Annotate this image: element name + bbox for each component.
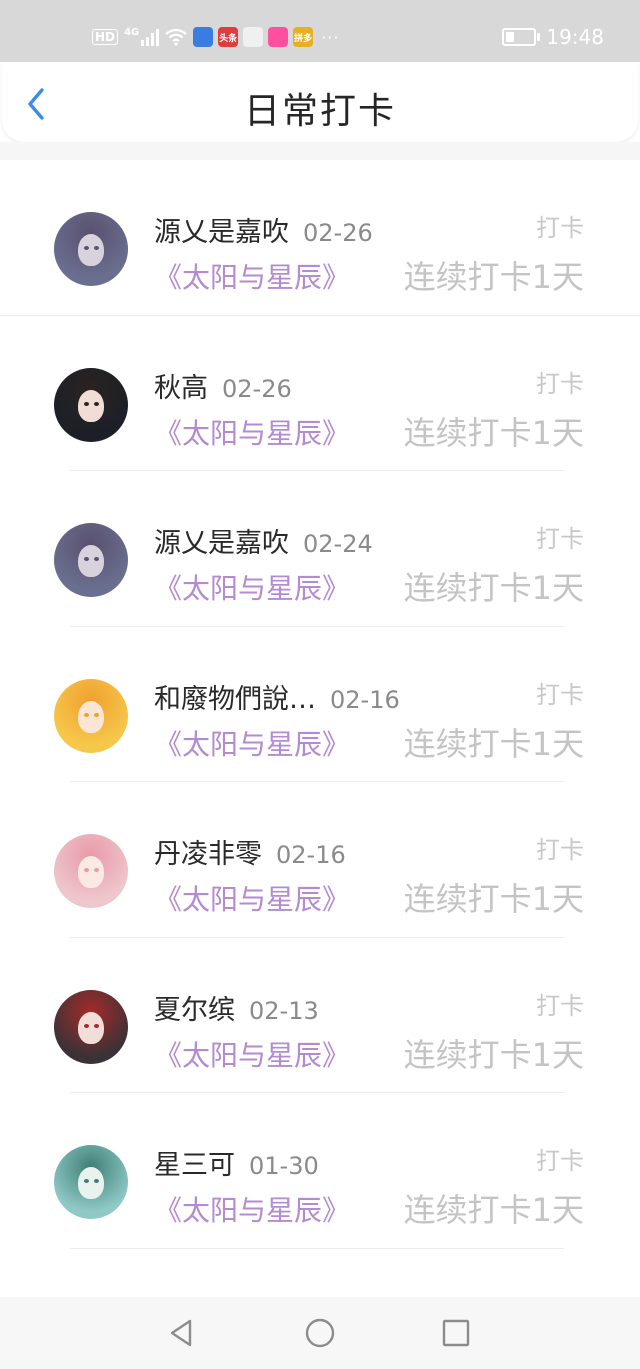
checkin-button[interactable]: 打卡 <box>536 675 584 710</box>
book-title[interactable]: 《太阳与星辰》 <box>154 1189 350 1229</box>
checkin-list-item[interactable]: 丹凌非零 02-16 打卡《太阳与星辰》 连续打卡1天 <box>0 782 640 938</box>
checkin-list-item[interactable]: 和廢物們說… 02-16 打卡《太阳与星辰》 连续打卡1天 <box>0 627 640 782</box>
book-title[interactable]: 《太阳与星辰》 <box>154 567 350 607</box>
user-name: 源乂是嘉吹 02-24 <box>154 521 373 560</box>
checkin-button[interactable]: 打卡 <box>536 986 584 1021</box>
user-name: 丹凌非零 02-16 <box>154 832 346 871</box>
streak-text: 连续打卡1天 <box>403 413 584 452</box>
more-notifications-icon: ··· <box>321 27 340 47</box>
checkin-date: 02-26 <box>303 219 373 247</box>
checkin-list: 源乂是嘉吹 02-26 打卡 《太阳与星辰》 连续打卡1天 秋高 02-26 打卡 《太阳与星辰… <box>0 160 640 1249</box>
user-avatar[interactable] <box>54 367 128 442</box>
user-avatar[interactable] <box>54 212 128 286</box>
book-title[interactable]: 《太阳与星辰》 <box>154 256 350 296</box>
network-type: 4G <box>124 26 140 38</box>
checkin-date: 02-26 <box>222 374 292 403</box>
hd-indicator: HD <box>92 29 119 45</box>
checkin-date: 01-30 <box>249 1152 319 1180</box>
user-name-text: 源乂是嘉吹 <box>154 217 289 248</box>
system-nav-bar <box>0 1297 640 1369</box>
row-divider <box>70 1247 564 1249</box>
streak-text: 连续打卡1天 <box>403 1035 584 1074</box>
user-avatar[interactable] <box>54 678 128 753</box>
checkin-date: 02-16 <box>330 685 400 714</box>
header-spacer <box>0 142 640 160</box>
user-avatar[interactable] <box>54 1145 128 1219</box>
checkin-list-item[interactable]: 源乂是嘉吹 02-26 打卡《太阳与星辰》 连续打卡1天 <box>0 160 640 316</box>
checkin-button[interactable]: 打卡 <box>536 519 584 554</box>
wifi-icon <box>165 28 187 46</box>
video-app-icon <box>268 27 289 47</box>
nav-home-icon[interactable] <box>302 1315 338 1351</box>
status-right: 19:48 <box>502 22 604 52</box>
user-avatar[interactable] <box>54 834 128 908</box>
book-title[interactable]: 《太阳与星辰》 <box>154 878 350 918</box>
nav-back-icon[interactable] <box>164 1315 200 1351</box>
user-name: 秋高 02-26 <box>154 366 292 405</box>
clock: 19:48 <box>546 25 604 49</box>
music-app-icon <box>193 27 214 47</box>
user-name: 星三可 01-30 <box>154 1143 319 1182</box>
top-app-bar: 日常打卡 <box>2 62 638 142</box>
user-name-text: 源乂是嘉吹 <box>154 528 289 559</box>
streak-text: 连续打卡1天 <box>403 258 584 296</box>
shopping-app-icon: 拼多 <box>293 27 314 47</box>
user-name-text: 和廢物們說… <box>154 683 316 715</box>
status-icons: HD 4G 头条 拼多 ··· <box>92 22 339 52</box>
checkin-list-item[interactable]: 源乂是嘉吹 02-24 打卡《太阳与星辰》 连续打卡1天 <box>0 471 640 627</box>
user-name-text: 秋高 <box>154 372 208 404</box>
streak-text: 连续打卡1天 <box>403 569 584 607</box>
checkin-list-item[interactable]: 夏尔缤 02-13 打卡《太阳与星辰》 连续打卡1天 <box>0 938 640 1093</box>
checkin-list-item[interactable]: 星三可 01-30 打卡《太阳与星辰》 连续打卡1天 <box>0 1093 640 1249</box>
toutiao-app-icon: 头条 <box>218 27 239 47</box>
user-avatar[interactable] <box>54 523 128 597</box>
user-name-text: 星三可 <box>154 1150 235 1181</box>
user-name-text: 夏尔缤 <box>154 994 235 1026</box>
checkin-date: 02-16 <box>276 841 346 869</box>
user-avatar[interactable] <box>54 989 128 1064</box>
map-pin-app-icon <box>243 27 264 47</box>
book-title[interactable]: 《太阳与星辰》 <box>154 412 350 452</box>
streak-text: 连续打卡1天 <box>403 880 584 918</box>
checkin-button[interactable]: 打卡 <box>536 830 584 865</box>
user-name: 夏尔缤 02-13 <box>154 988 319 1027</box>
page-title: 日常打卡 <box>243 91 396 132</box>
checkin-button[interactable]: 打卡 <box>536 208 584 243</box>
checkin-button[interactable]: 打卡 <box>536 1141 584 1176</box>
checkin-button[interactable]: 打卡 <box>536 364 584 399</box>
user-name-text: 丹凌非零 <box>154 839 262 870</box>
book-title[interactable]: 《太阳与星辰》 <box>154 723 350 763</box>
status-bar: HD 4G 头条 拼多 ··· 19:48 <box>0 0 640 62</box>
checkin-date: 02-13 <box>249 996 319 1025</box>
streak-text: 连续打卡1天 <box>403 1191 584 1229</box>
battery-icon <box>502 28 541 46</box>
user-name: 源乂是嘉吹 02-26 <box>154 210 373 249</box>
book-title[interactable]: 《太阳与星辰》 <box>154 1034 350 1074</box>
user-name: 和廢物們說… 02-16 <box>154 677 400 716</box>
nav-recents-icon[interactable] <box>438 1315 474 1351</box>
checkin-list-item[interactable]: 秋高 02-26 打卡《太阳与星辰》 连续打卡1天 <box>0 316 640 471</box>
signal-icon <box>141 28 160 46</box>
streak-text: 连续打卡1天 <box>403 724 584 763</box>
notification-app-icons: 头条 拼多 <box>193 27 314 47</box>
checkin-date: 02-24 <box>303 530 373 558</box>
